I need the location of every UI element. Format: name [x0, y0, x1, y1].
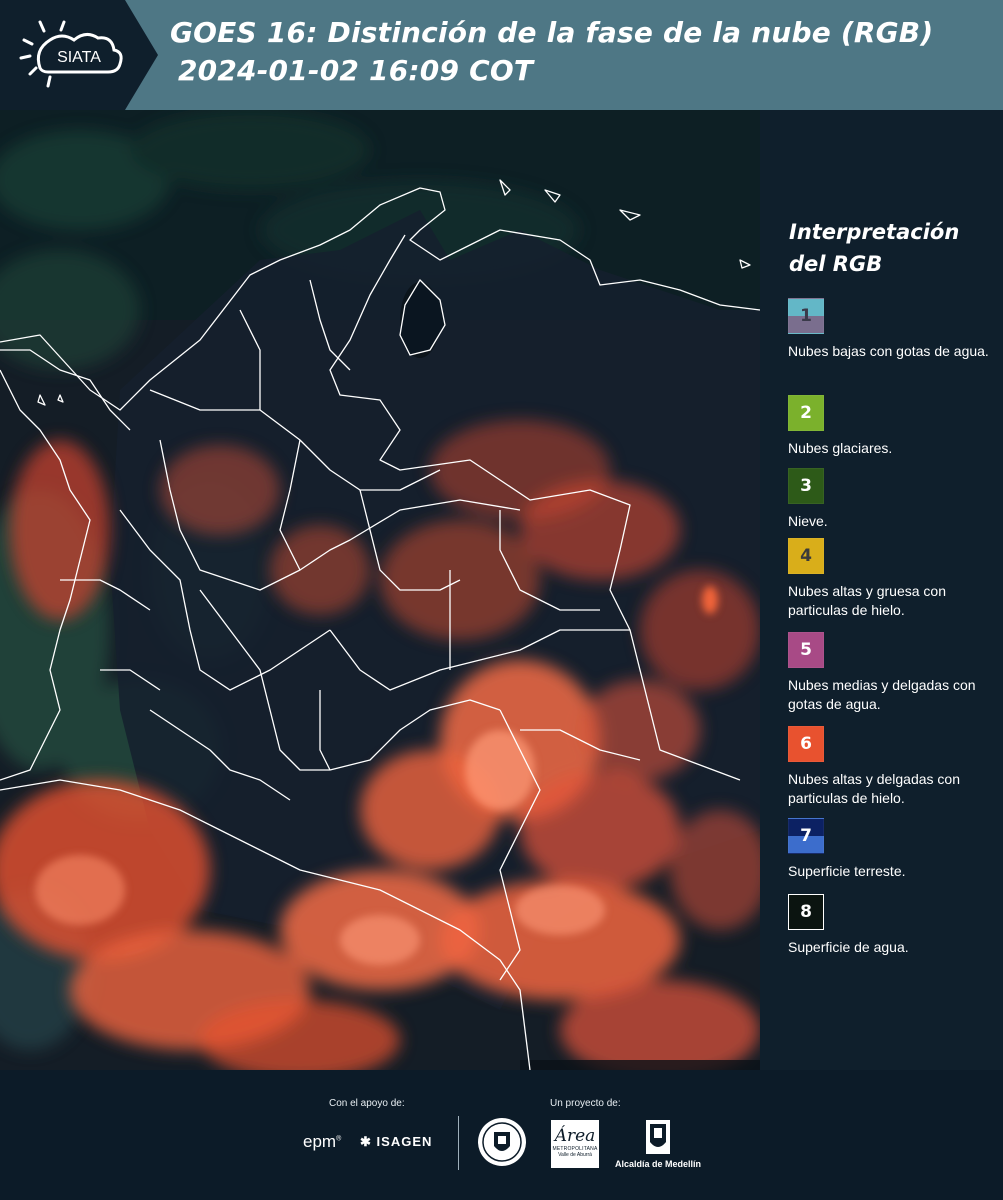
area-metropolitana-logo[interactable]: Área METROPOLITANA Valle de Aburrá: [551, 1120, 599, 1168]
legend-label: Nieve.: [788, 513, 828, 529]
isagen-icon: ✱: [360, 1134, 372, 1149]
alcaldia-logo[interactable]: Alcaldía de Medellín: [613, 1118, 703, 1169]
legend-label: Superficie terreste.: [788, 863, 906, 879]
epm-logo-text: epm: [303, 1132, 337, 1151]
project-label: Un proyecto de:: [550, 1098, 621, 1109]
siata-logo[interactable]: SIATA: [0, 0, 158, 110]
title-line-1: GOES 16: Distinción de la fase de la nub…: [170, 16, 934, 49]
legend-title: Interpretación del RGB: [789, 220, 960, 276]
legend-swatch: 5: [788, 632, 824, 668]
alcaldia-shield-icon: [646, 1120, 670, 1154]
area-logo-text: Área: [554, 1126, 596, 1146]
legend-swatch: 2: [788, 395, 824, 431]
legend-panel: Interpretación del RGB 1 Nubes bajas con…: [760, 110, 1003, 1070]
legend-swatch: 1: [788, 298, 824, 334]
legend-item: 4 Nubes altas y gruesa con particulas de…: [788, 538, 998, 620]
alcaldia-logo-text: Alcaldía de Medellín: [614, 1159, 702, 1169]
legend-label: Nubes altas y gruesa con particulas de h…: [788, 583, 946, 618]
legend-item: 5 Nubes medias y delgadas con gotas de a…: [788, 632, 998, 714]
title-line-2: 2024-01-02 16:09 COT: [178, 54, 534, 87]
page-title: GOES 16: Distinción de la fase de la nub…: [170, 14, 990, 90]
footer: Con el apoyo de: Un proyecto de: epm® ✱ …: [0, 1070, 1003, 1200]
seal-logo[interactable]: [476, 1116, 528, 1173]
legend-swatch: 8: [788, 894, 824, 930]
header-banner: SIATA GOES 16: Distinción de la fase de …: [0, 0, 1003, 110]
legend-item: 8 Superficie de agua.: [788, 894, 998, 957]
legend-label: Nubes bajas con gotas de agua.: [788, 343, 989, 359]
epm-logo[interactable]: epm®: [303, 1132, 341, 1152]
isagen-logo[interactable]: ✱ ISAGEN: [360, 1134, 432, 1150]
legend-swatch: 6: [788, 726, 824, 762]
legend-swatch: 4: [788, 538, 824, 574]
footer-divider: [458, 1116, 459, 1170]
legend-swatch: 7: [788, 818, 824, 854]
siata-logo-text: SIATA: [57, 49, 101, 66]
legend-label: Superficie de agua.: [788, 939, 909, 955]
isagen-logo-text: ISAGEN: [376, 1134, 433, 1149]
legend-swatch: 3: [788, 468, 824, 504]
legend-label: Nubes medias y delgadas con gotas de agu…: [788, 677, 976, 712]
legend-label: Nubes glaciares.: [788, 440, 893, 456]
area-logo-sub2: Valle de Aburrá: [558, 1152, 592, 1158]
legend-item: 6 Nubes altas y delgadas con particulas …: [788, 726, 998, 808]
legend-item: 7 Superficie terreste.: [788, 818, 998, 881]
legend-item: 3 Nieve.: [788, 468, 998, 531]
legend-label: Nubes altas y delgadas con particulas de…: [788, 771, 960, 806]
legend-item: 2 Nubes glaciares.: [788, 395, 998, 458]
support-label: Con el apoyo de:: [329, 1098, 405, 1109]
satellite-map[interactable]: [0, 110, 760, 1070]
legend-item: 1 Nubes bajas con gotas de agua.: [788, 298, 998, 361]
